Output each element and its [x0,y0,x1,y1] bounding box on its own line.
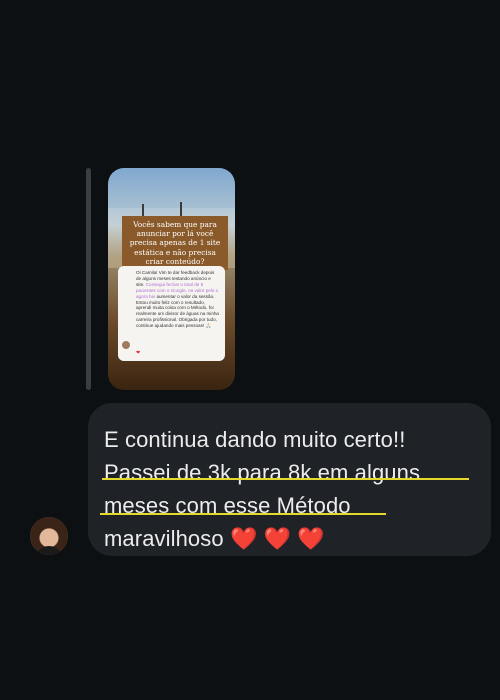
message-line-text: Passei de 3k para 8k em alguns [104,460,421,485]
heart-emojis: ❤️ ❤️ ❤️ [229,526,325,551]
feedback-avatar [122,341,130,349]
message-line: E continua dando muito certo!! [104,427,406,452]
story-overlay-text: Vocês sabem que para anunciar por lá voc… [122,216,228,271]
highlight-underline [102,478,469,480]
message-line: Passei de 3k para 8k em alguns [104,456,473,489]
message-bubble[interactable]: E continua dando muito certo!! Passei de… [88,403,491,556]
message-line-text: maravilhoso [104,526,224,551]
highlight-underline [100,513,386,515]
feedback-screenshot: Oi Camila! Vim te dar feedback depois de… [118,266,225,361]
message-line: maravilhoso ❤️ ❤️ ❤️ [104,522,473,555]
feedback-text-rest: aumentar o valor da sessão. Estou muito … [136,293,219,329]
reply-indicator-bar [86,168,91,390]
story-reply-preview[interactable]: Vocês sabem que para anunciar por lá voc… [108,168,235,390]
message-line: meses com esse Método [104,489,473,522]
sender-avatar[interactable] [30,517,68,555]
heart-reaction-icon: ❤ [136,350,141,356]
